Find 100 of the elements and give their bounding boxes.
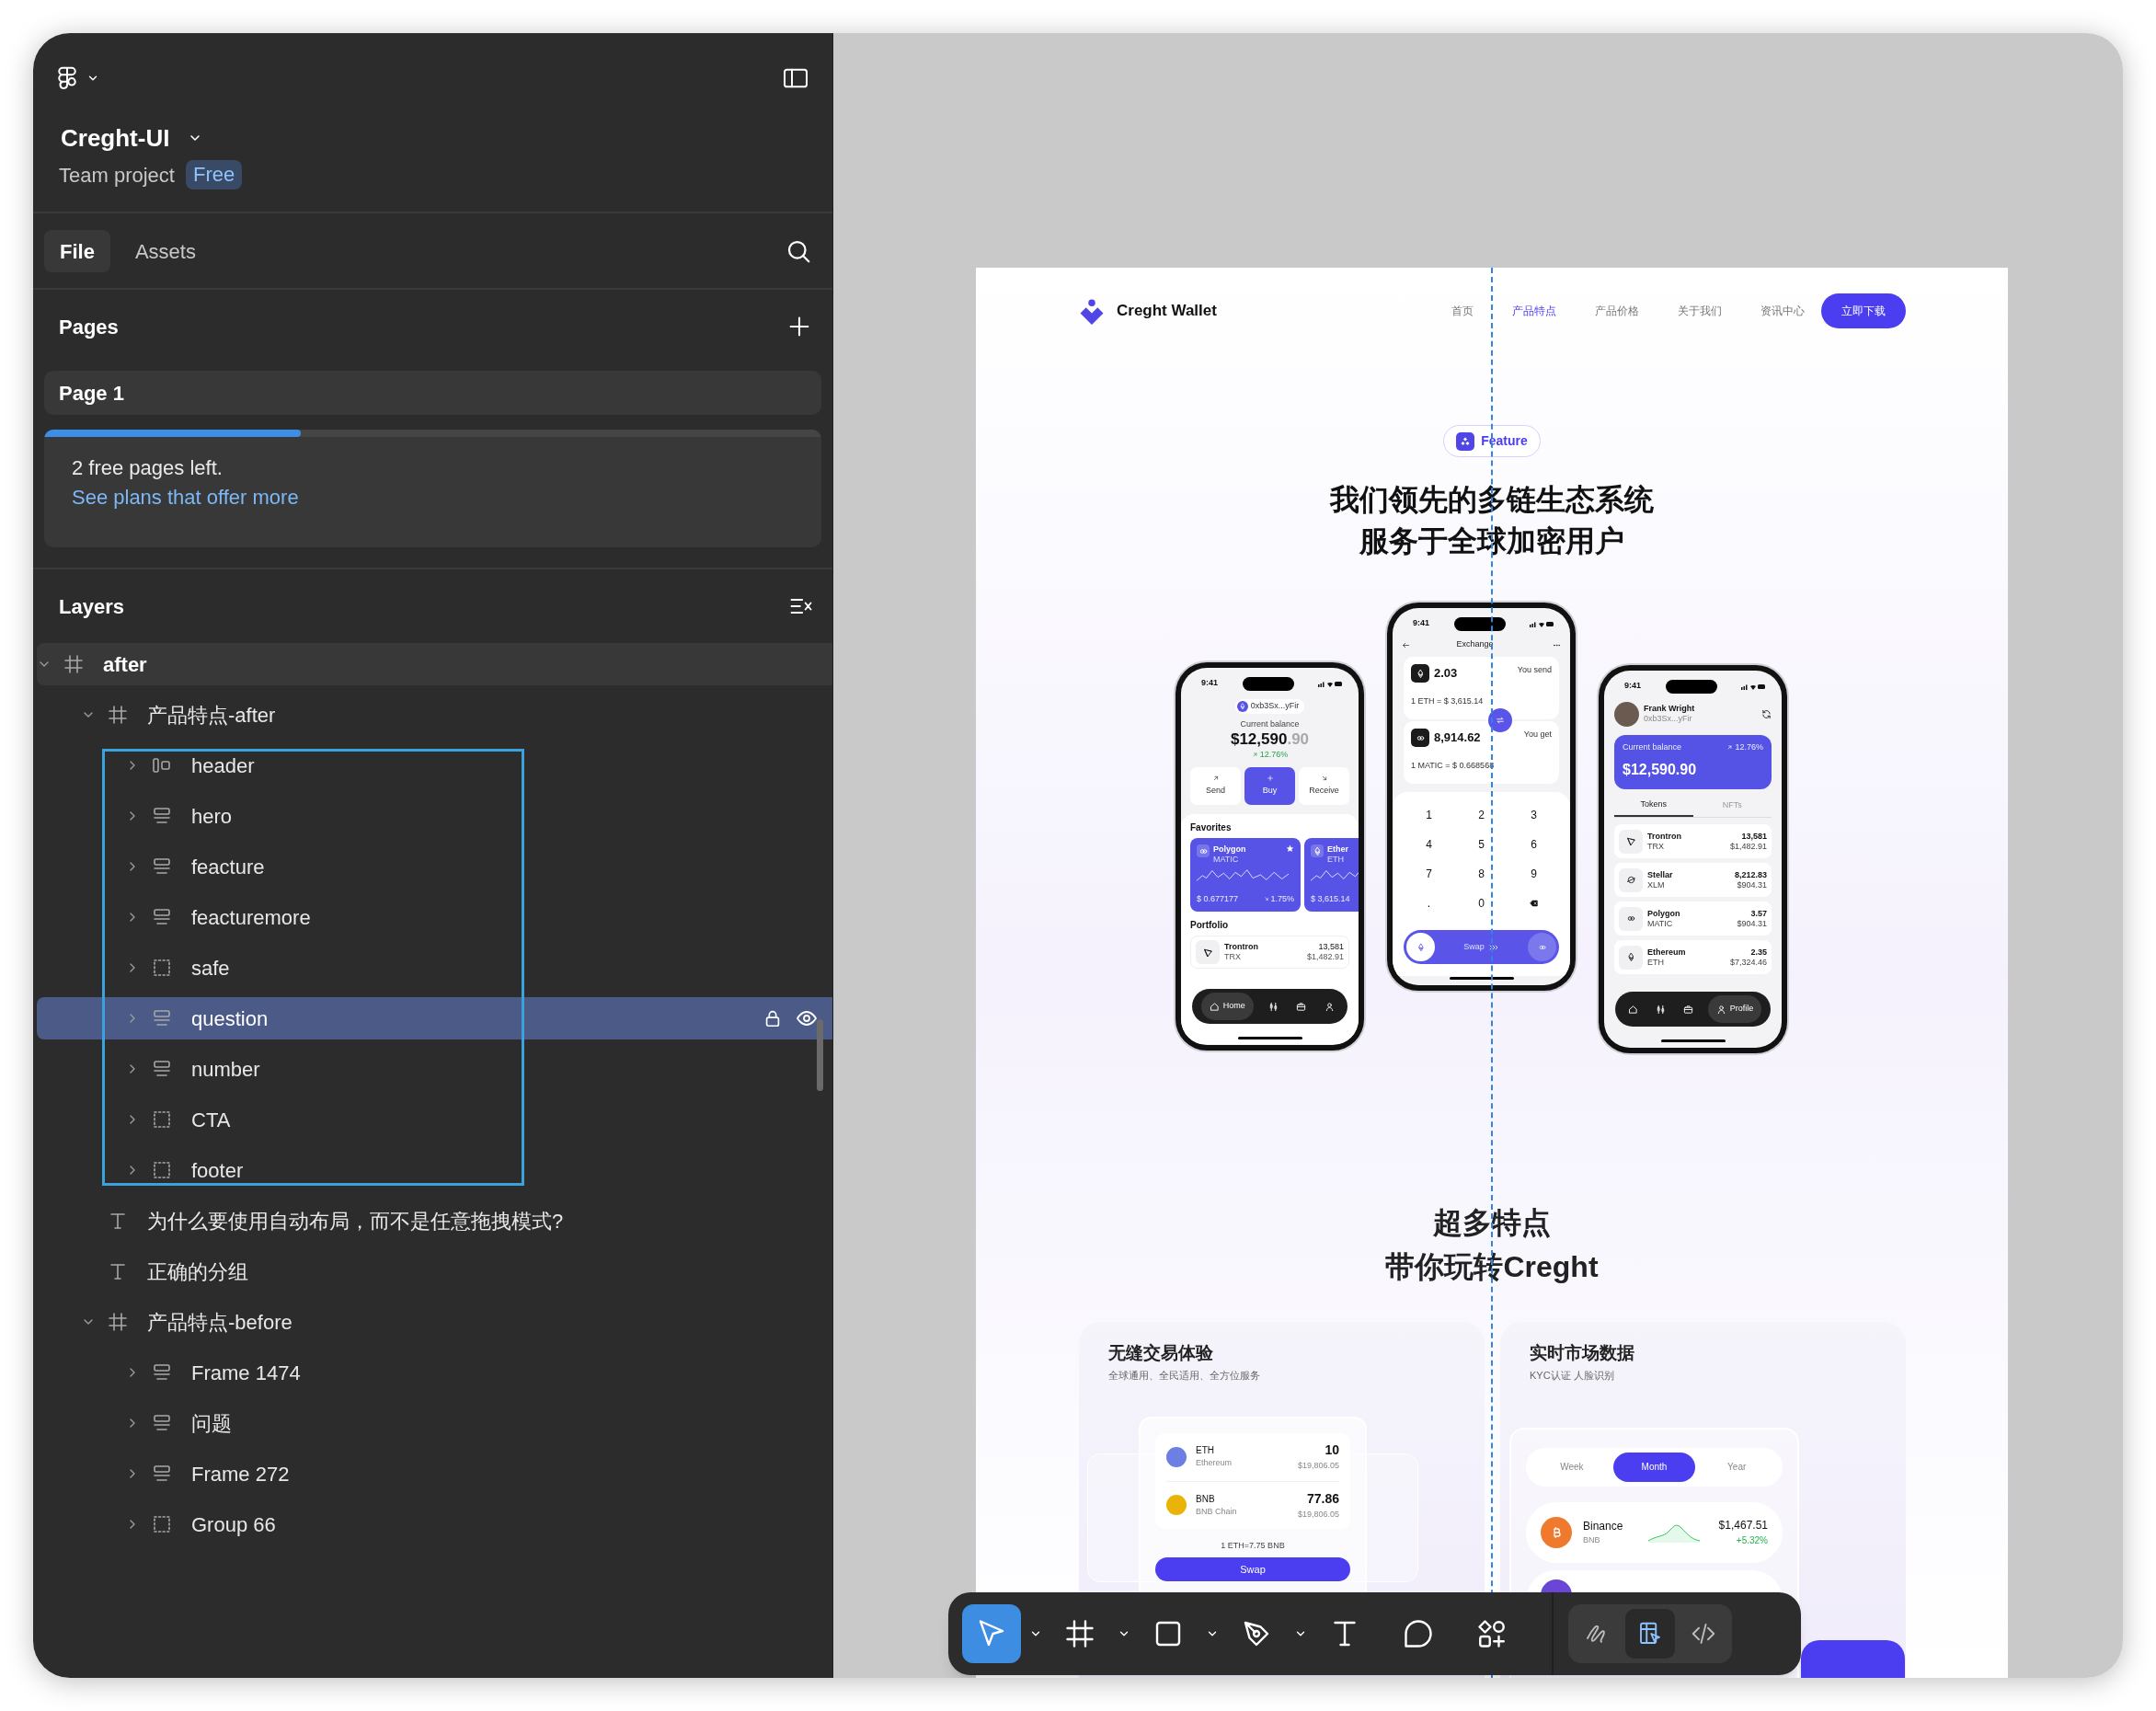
favorite-card[interactable]: Polygon MATIC $ 0.677177 1.75% <box>1190 838 1301 912</box>
layer-row[interactable]: after <box>37 643 832 685</box>
layer-row[interactable]: question <box>37 997 832 1039</box>
nav-link[interactable]: 资讯中心 <box>1760 303 1805 319</box>
layer-name: 产品特点-after <box>147 702 276 729</box>
period-tab[interactable]: Week <box>1531 1452 1613 1482</box>
keypad-key[interactable]: 6 <box>1508 830 1560 859</box>
layer-row[interactable]: Frame 1474 <box>37 1351 832 1394</box>
layer-row[interactable]: 产品特点-before <box>37 1301 832 1343</box>
keypad-key[interactable]: 0 <box>1455 889 1508 918</box>
nav-link[interactable]: 首页 <box>1451 303 1474 319</box>
swap-row[interactable]: BNB BNB Chain 77.86 $19,806.05 <box>1166 1480 1339 1529</box>
swap-row[interactable]: ETH Ethereum 10 $19,806.05 <box>1166 1432 1339 1481</box>
mode-button[interactable] <box>1625 1609 1675 1659</box>
panel-tab[interactable]: Assets <box>119 230 212 272</box>
dashed-square-icon <box>151 1108 173 1131</box>
dynamic-island <box>1242 676 1294 691</box>
keypad-key[interactable]: 9 <box>1508 859 1560 889</box>
feature-subtitle: 全球通用、全民适用、全方位服务 <box>1108 1369 1261 1383</box>
arrow-up-right-icon <box>1211 775 1220 783</box>
nav-link[interactable]: 关于我们 <box>1678 303 1722 319</box>
arrow-down-right-icon <box>1264 896 1270 902</box>
swap-button[interactable]: Swap <box>1155 1557 1350 1581</box>
token-tab[interactable]: Tokens <box>1614 795 1693 817</box>
hash-icon <box>107 1311 129 1333</box>
status-icons <box>1530 620 1554 627</box>
swap-slider[interactable]: Swap <box>1404 930 1559 964</box>
team-label: Team project <box>59 162 175 189</box>
token-row[interactable]: Stellar XLM 8,212.83 $904.31 <box>1614 863 1772 897</box>
panel-tab[interactable]: File <box>44 230 110 272</box>
hash-icon <box>63 653 85 675</box>
keypad-key[interactable]: 4 <box>1403 830 1455 859</box>
tab-bar-item[interactable]: Home <box>1200 993 1254 1020</box>
layer-row[interactable]: footer <box>37 1149 832 1191</box>
keypad-key[interactable]: 8 <box>1455 859 1508 889</box>
status-icons <box>1741 683 1765 690</box>
portfolio-heading: Portfolio <box>1190 919 1230 931</box>
exchange-rate: 1 ETH=7.75 BNB <box>1220 1539 1286 1552</box>
sparkline <box>1648 1522 1701 1543</box>
layer-row[interactable]: 为什么要使用自动布局，而不是任意拖拽模式? <box>37 1200 832 1242</box>
scrollbar[interactable] <box>817 1019 823 1091</box>
layer-row[interactable]: hero <box>37 795 832 837</box>
planet-icon <box>1625 875 1636 885</box>
keypad-key[interactable]: . <box>1403 889 1455 918</box>
token-row[interactable]: Trontron TRX 13,581 $1,482.91 <box>1614 824 1772 858</box>
period-tab[interactable]: Year <box>1695 1452 1778 1482</box>
status-time: 9:41 <box>1413 617 1429 630</box>
nav-link[interactable]: 产品特点 <box>1512 303 1556 319</box>
action-button[interactable]: Send <box>1190 767 1241 805</box>
amount-card[interactable]: 2.03 You send 1 ETH = $ 3,615.14 <box>1404 657 1559 719</box>
layer-name: header <box>191 752 255 779</box>
layer-name: feacturemore <box>191 904 311 931</box>
keypad-key[interactable]: 5 <box>1455 830 1508 859</box>
layer-row[interactable]: 问题 <box>37 1402 832 1444</box>
market-row[interactable]: Binance BNB $1,467.51 +5.32% <box>1526 1501 1783 1563</box>
layer-row[interactable]: feacturemore <box>37 896 832 938</box>
section-heading: 带你玩转Creght <box>1385 1249 1599 1285</box>
period-tab[interactable]: Month <box>1612 1452 1696 1482</box>
keypad-key[interactable]: 1 <box>1403 800 1455 830</box>
page-item[interactable]: Page 1 <box>44 371 821 415</box>
nav-link[interactable]: 产品价格 <box>1595 303 1639 319</box>
keypad-key[interactable]: 2 <box>1455 800 1508 830</box>
arrow-down-right-icon <box>1320 775 1328 783</box>
layer-row[interactable]: feacture <box>37 845 832 888</box>
layer-row[interactable]: header <box>37 744 832 787</box>
see-plans-link[interactable]: See plans that offer more <box>72 483 299 512</box>
action-button[interactable]: Receive <box>1299 767 1349 805</box>
arrow-up-right-icon <box>1251 752 1258 758</box>
layer-name: 问题 <box>191 1410 232 1437</box>
balance-card: Current balance 12.76% $12,590.90 <box>1614 735 1772 789</box>
token-row[interactable]: Polygon MATIC 3.57 $904.31 <box>1614 901 1772 936</box>
layer-name: after <box>103 651 147 678</box>
plan-badge: Free <box>185 160 243 189</box>
address-pill[interactable]: 0xb3Sx...yFir <box>1234 699 1305 714</box>
action-button[interactable]: Buy <box>1244 767 1295 805</box>
hash-icon <box>1063 1617 1096 1650</box>
token-row[interactable]: Ethereum ETH 2.35 $7,324.46 <box>1614 940 1772 974</box>
layer-row[interactable]: 正确的分组 <box>37 1250 832 1292</box>
layer-name: footer <box>191 1157 244 1184</box>
slider-thumb[interactable] <box>1406 933 1435 961</box>
balance-amount: $12,590.90 <box>1230 729 1310 749</box>
portfolio-row[interactable]: Trontron TRX 13,581 $1,482.91 <box>1190 936 1349 969</box>
layer-row[interactable]: CTA <box>37 1098 832 1141</box>
project-name[interactable]: Creght-UI <box>61 120 170 156</box>
speech-bubble-icon <box>1402 1617 1435 1650</box>
keypad-key[interactable]: 3 <box>1508 800 1560 830</box>
keypad-key[interactable]: 7 <box>1403 859 1455 889</box>
layer-row[interactable]: number <box>37 1048 832 1090</box>
layer-row[interactable]: safe <box>37 947 832 989</box>
refresh-icon <box>1761 708 1772 719</box>
candles-icon <box>1267 1001 1279 1012</box>
layer-name: safe <box>191 955 230 982</box>
layer-row[interactable]: 产品特点-after <box>37 694 832 736</box>
download-button[interactable]: 立即下载 <box>1821 293 1906 328</box>
diamond-icon <box>1416 942 1426 952</box>
tab-bar-item[interactable]: Profile <box>1707 995 1762 1023</box>
layer-row[interactable]: Frame 272 <box>37 1453 832 1495</box>
favorite-card[interactable]: Ether ETH $ 3,615.14 <box>1304 838 1359 912</box>
tool-button[interactable] <box>962 1604 1021 1663</box>
layer-row[interactable]: Group 66 <box>37 1503 832 1545</box>
